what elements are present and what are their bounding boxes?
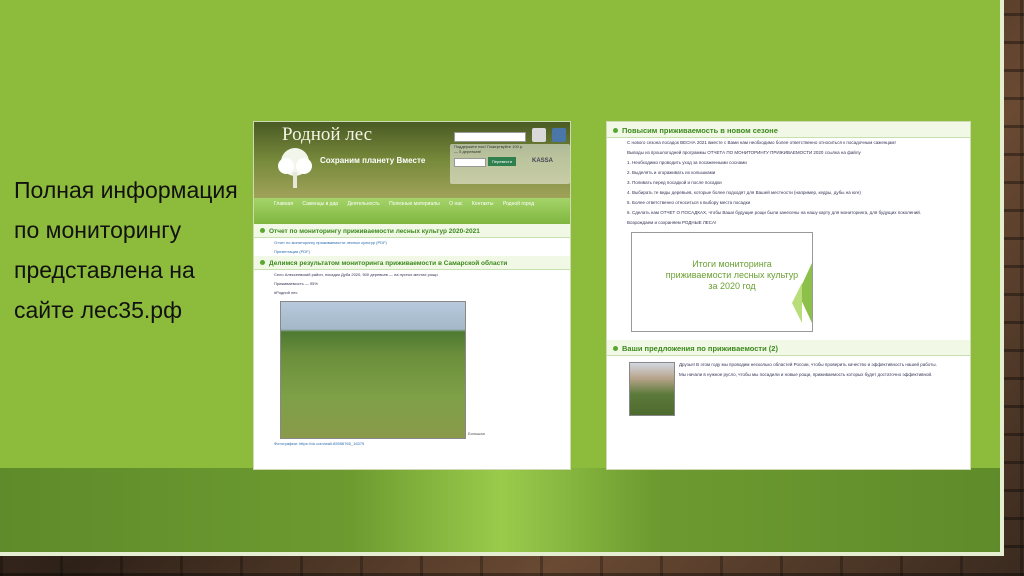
slide-border	[0, 0, 1004, 556]
